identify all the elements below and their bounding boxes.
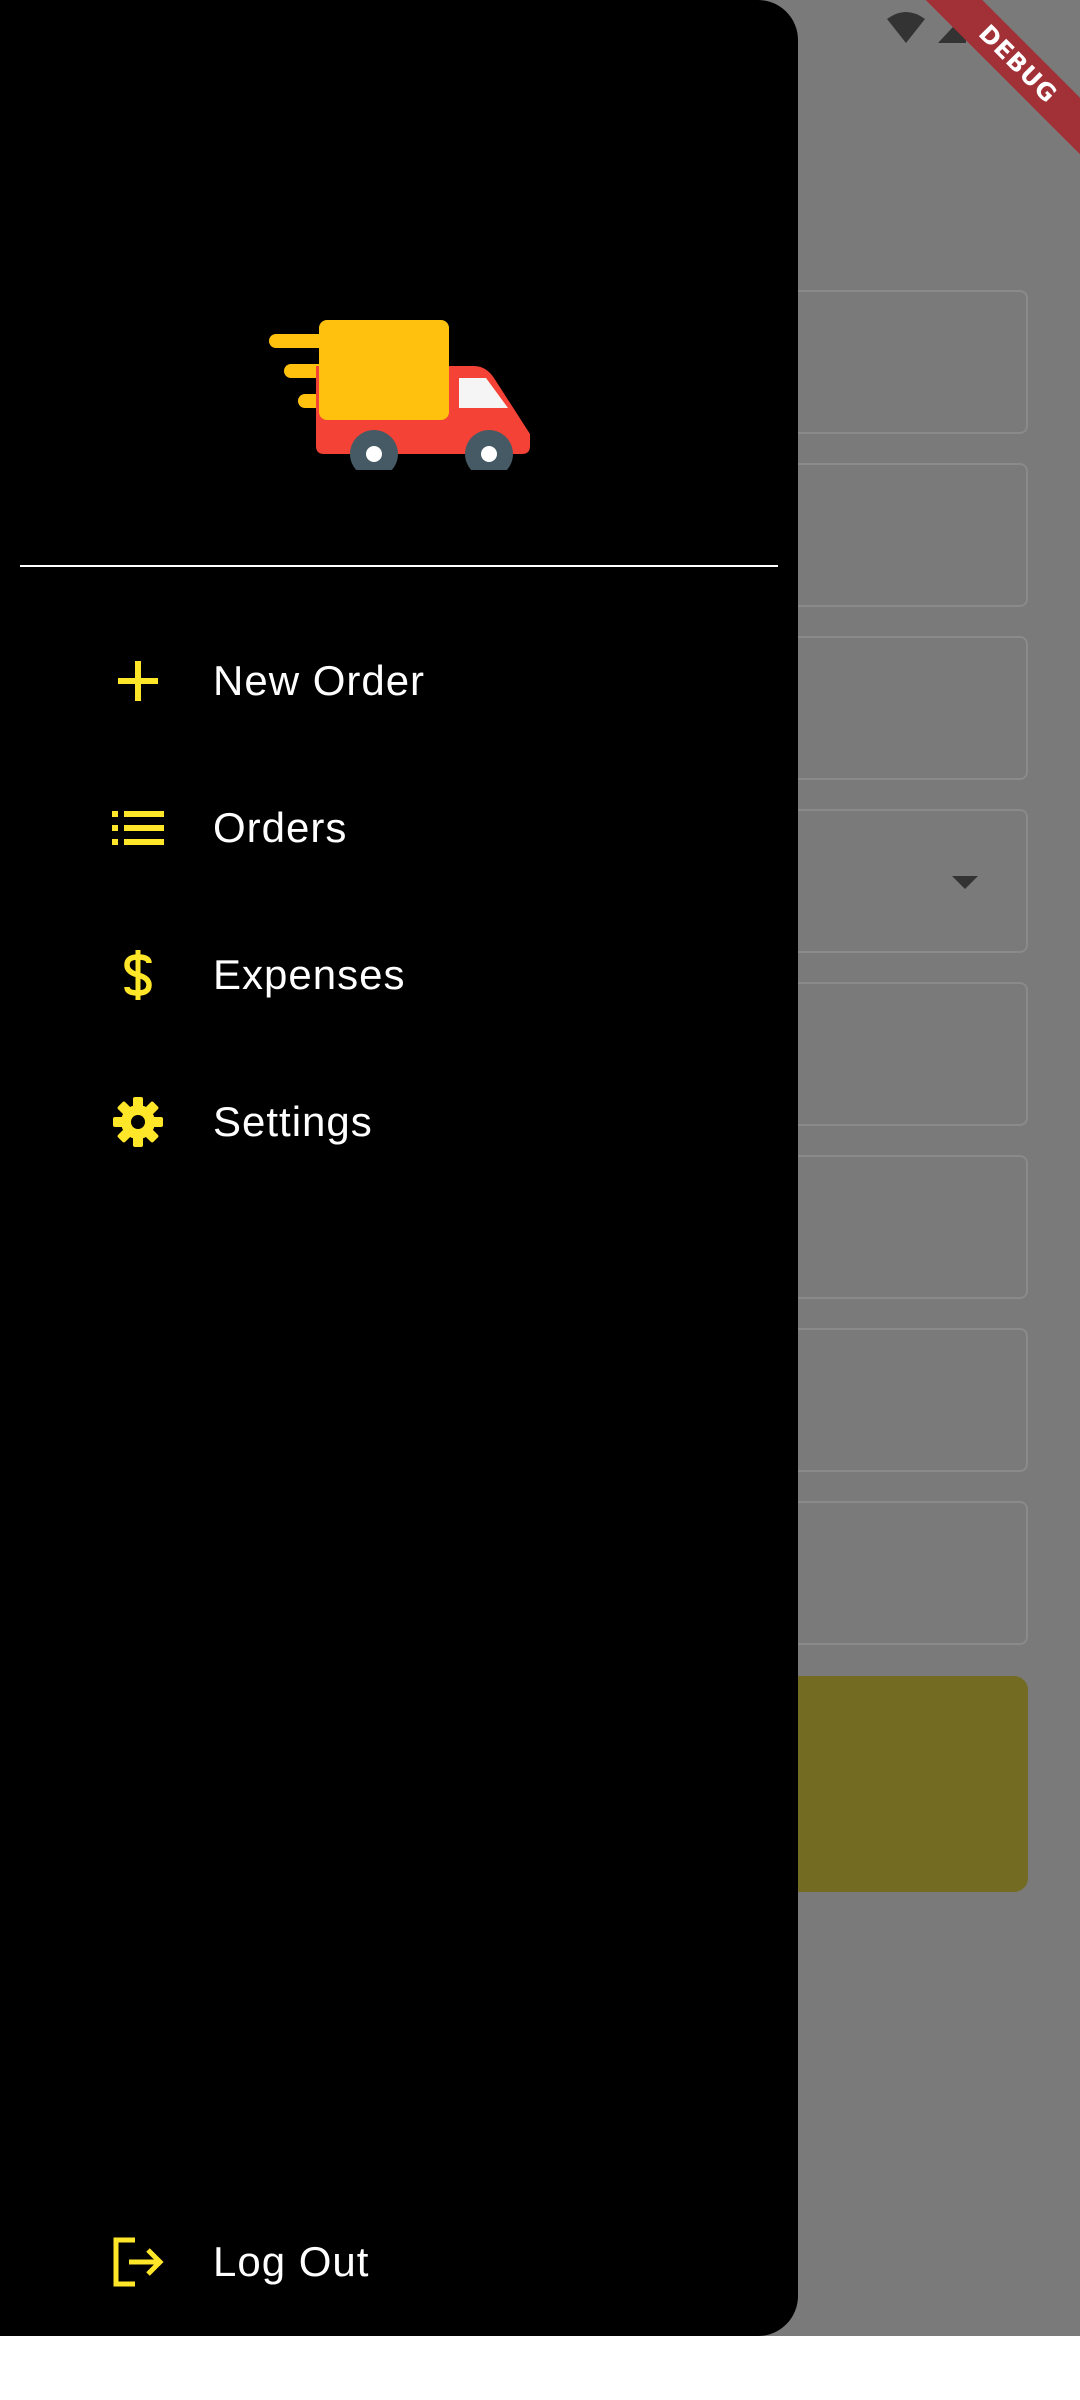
background-input-field: [770, 636, 1028, 780]
gesture-handle[interactable]: [398, 2364, 682, 2374]
background-input-field: [770, 290, 1028, 434]
background-input-field: [770, 1501, 1028, 1645]
logout-button[interactable]: Log Out: [0, 2192, 798, 2332]
menu-item-label: Settings: [213, 1098, 373, 1145]
background-input-field: [770, 1155, 1028, 1299]
menu-item-settings[interactable]: Settings: [0, 1052, 798, 1192]
background-submit-button: [770, 1676, 1028, 1892]
gear-icon: [108, 1092, 168, 1152]
menu-item-new-order[interactable]: New Order: [0, 611, 798, 751]
menu-item-label: Expenses: [213, 951, 406, 998]
menu-item-orders[interactable]: Orders: [0, 758, 798, 898]
drawer-header-divider: [20, 565, 778, 567]
logout-icon: [108, 2232, 168, 2292]
list-icon: [108, 798, 168, 858]
dropdown-arrow-icon: [952, 876, 978, 889]
menu-item-label: New Order: [213, 657, 426, 704]
menu-item-label: Orders: [213, 804, 348, 851]
debug-ribbon-container: DEBUG: [920, 0, 1080, 160]
delivery-truck-icon: [269, 320, 530, 470]
navigation-drawer: New Order Orders Expenses Settings Log O…: [0, 0, 798, 2336]
menu-item-label: Log Out: [213, 2238, 370, 2285]
dollar-icon: [108, 945, 168, 1005]
background-input-field: [770, 463, 1028, 607]
plus-icon: [108, 651, 168, 711]
background-input-field: [770, 1328, 1028, 1472]
menu-item-expenses[interactable]: Expenses: [0, 905, 798, 1045]
debug-banner: DEBUG: [920, 0, 1080, 160]
background-dropdown-field: [770, 809, 1028, 953]
background-input-field: [770, 982, 1028, 1126]
drawer-header: [0, 0, 798, 566]
